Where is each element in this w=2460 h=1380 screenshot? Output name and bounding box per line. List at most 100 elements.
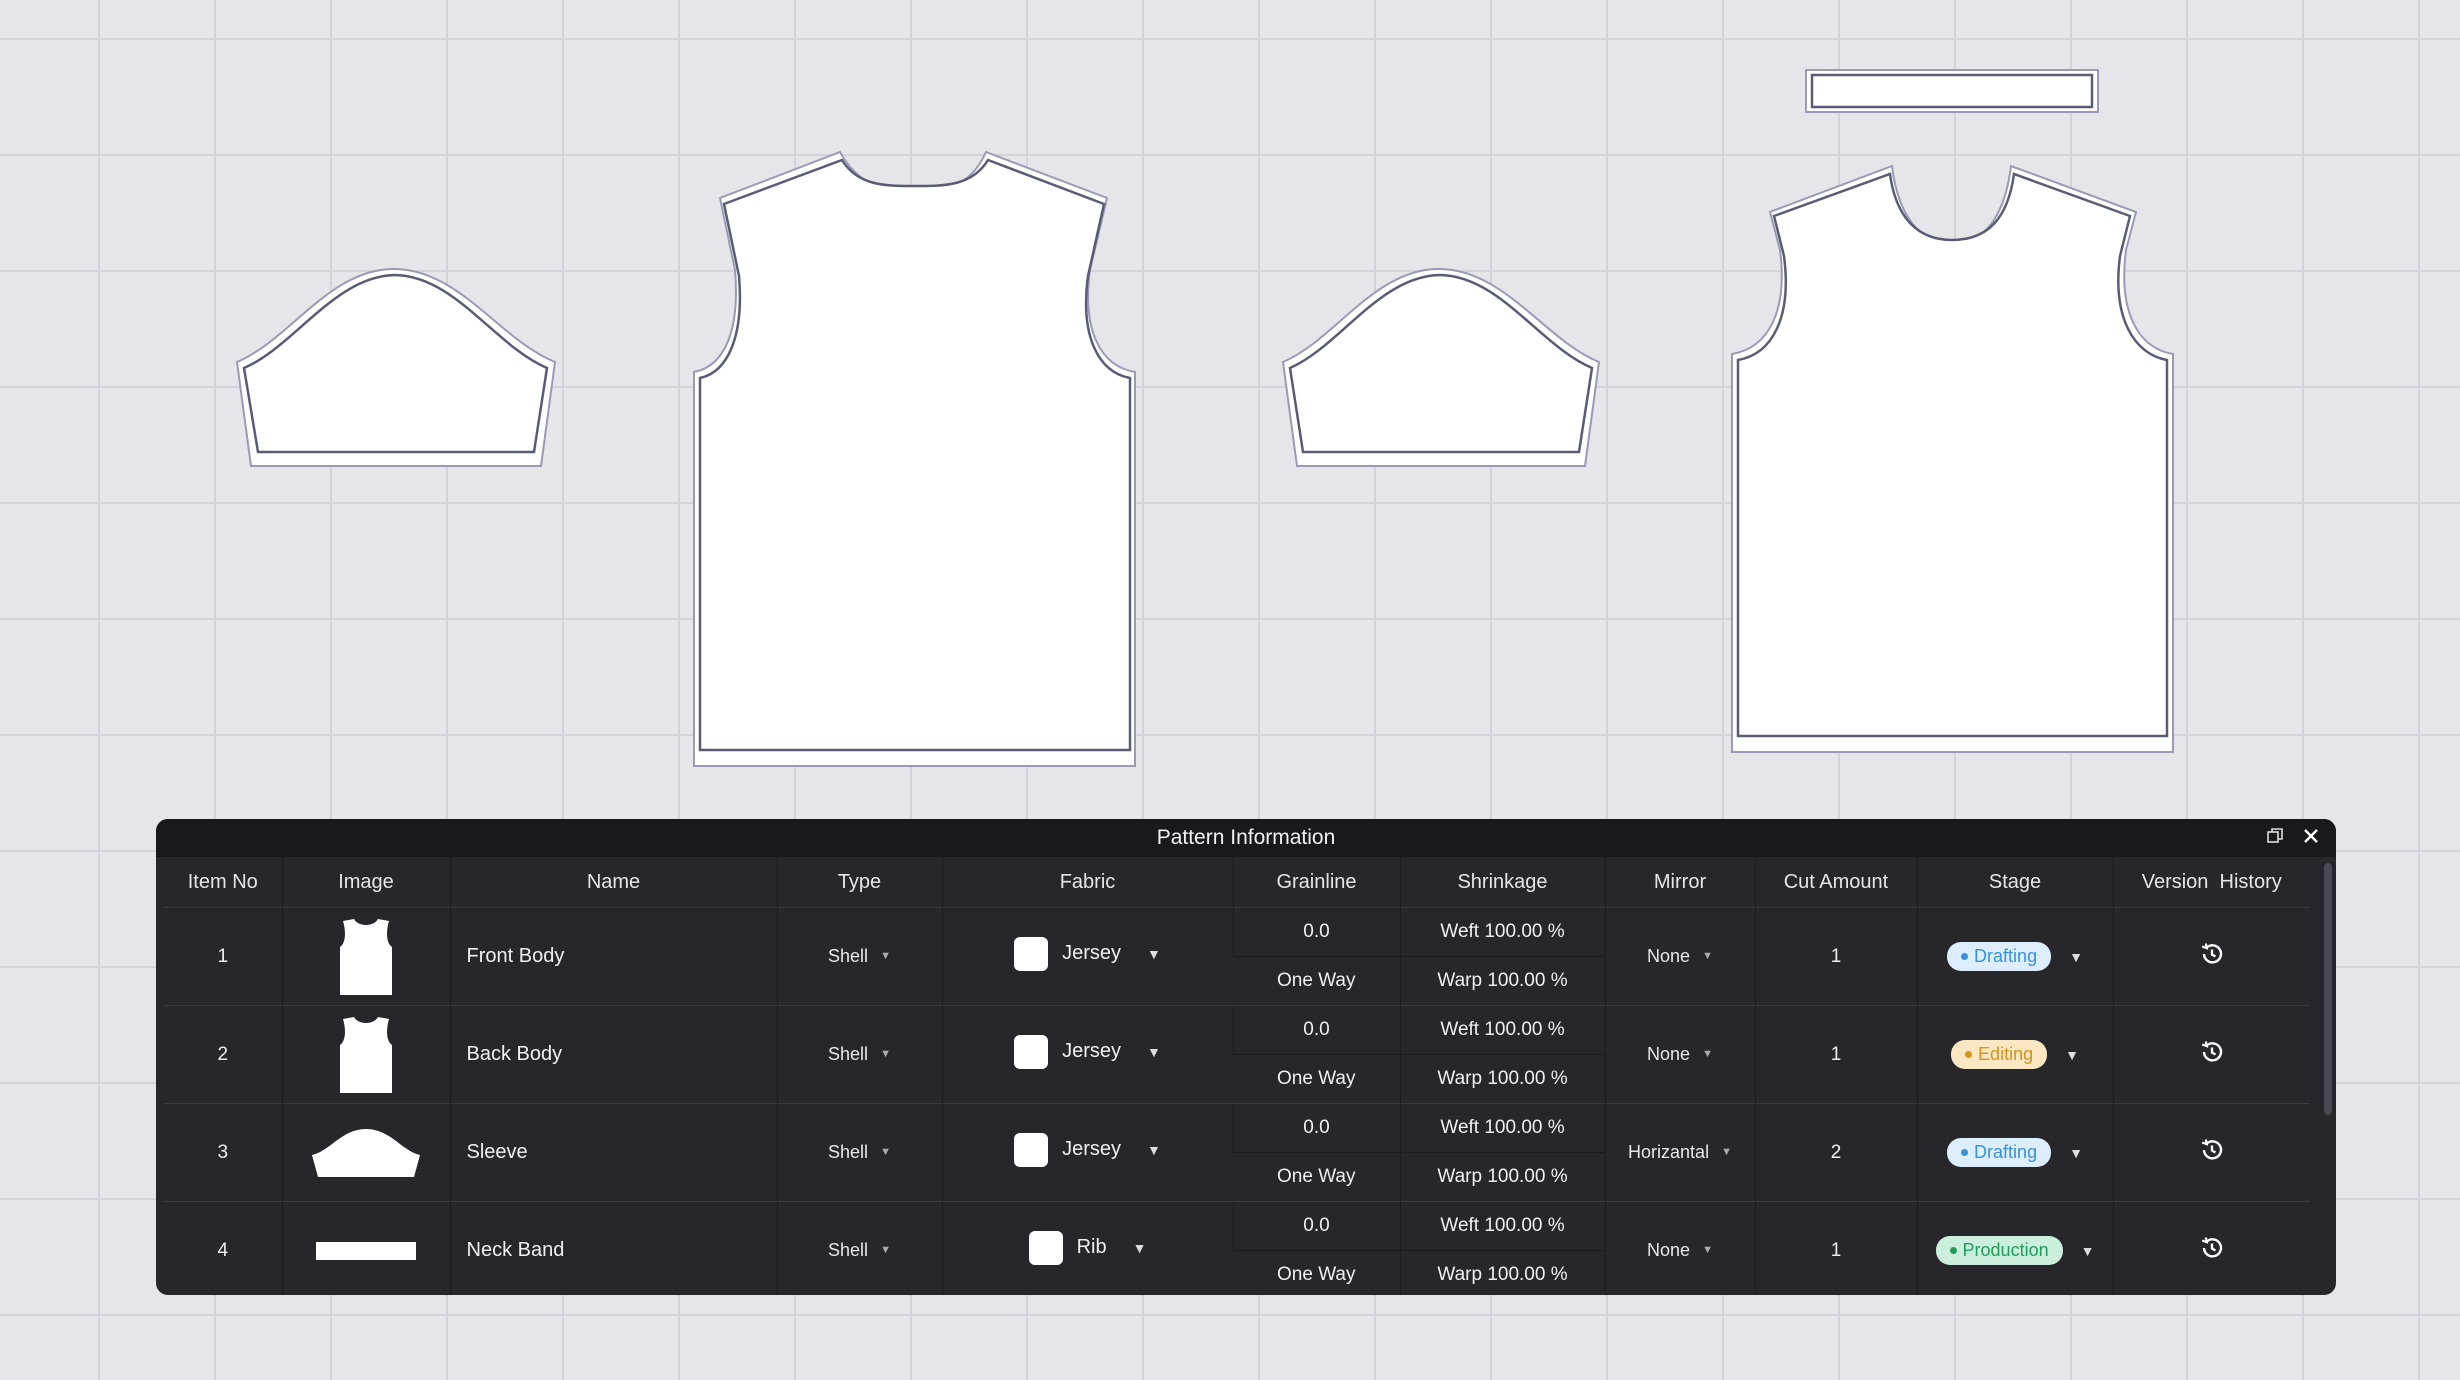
history-icon[interactable] xyxy=(2199,942,2225,972)
stage-badge[interactable]: Editing xyxy=(1951,1040,2048,1069)
fabric-dropdown[interactable]: Jersey ▼ xyxy=(941,907,1233,1006)
stage-value: Production xyxy=(1962,1240,2049,1260)
table-row[interactable]: 1 Front Body Shell ▼ Jersey ▼ 0.0 Weft 100… xyxy=(164,907,2310,1006)
table-row[interactable]: 2 Back Body Shell ▼ Jersey ▼ 0.0 Weft 100.… xyxy=(164,1005,2310,1104)
panel-titlebar[interactable]: Pattern Information xyxy=(156,819,2336,857)
mirror-value: None xyxy=(1647,1043,1691,1064)
back-body-piece[interactable] xyxy=(693,150,1136,767)
grainline-direction[interactable]: One Way xyxy=(1233,956,1400,1006)
shrinkage-warp[interactable]: Warp 100.00 % xyxy=(1399,1152,1605,1202)
col-mirror: Mirror xyxy=(1604,857,1755,908)
type-value: Shell xyxy=(828,1043,869,1064)
shrinkage-weft[interactable]: Weft 100.00 % xyxy=(1399,1201,1605,1251)
caret-down-icon: ▼ xyxy=(1132,1239,1147,1256)
caret-down-icon[interactable]: ▼ xyxy=(2069,1145,2083,1161)
stage-badge[interactable]: Drafting xyxy=(1947,1138,2052,1167)
image-cell xyxy=(281,1103,450,1202)
fabric-swatch[interactable] xyxy=(1028,1230,1063,1265)
col-type: Type xyxy=(776,857,942,908)
col-image: Image xyxy=(281,857,450,908)
type-dropdown[interactable]: Shell ▼ xyxy=(776,1103,942,1202)
shrinkage-weft[interactable]: Weft 100.00 % xyxy=(1399,1103,1605,1153)
grainline-angle[interactable]: 0.0 xyxy=(1232,1201,1400,1251)
caret-down-icon: ▼ xyxy=(880,1146,891,1158)
table-row[interactable]: 4 Neck Band Shell ▼ Rib ▼ 0.0 Weft 100.00 … xyxy=(164,1201,2310,1295)
grainline-angle[interactable]: 0.0 xyxy=(1232,907,1400,957)
mirror-dropdown[interactable]: None ▼ xyxy=(1604,1201,1755,1295)
shrinkage-warp[interactable]: Warp 100.00 % xyxy=(1399,1054,1605,1104)
col-version-history: Version History xyxy=(2112,857,2310,908)
type-dropdown[interactable]: Shell ▼ xyxy=(776,1201,942,1295)
col-name: Name xyxy=(449,857,777,908)
close-icon[interactable] xyxy=(2302,827,2320,849)
mirror-dropdown[interactable]: Horizantal ▼ xyxy=(1604,1103,1755,1202)
caret-down-icon[interactable]: ▼ xyxy=(2065,1047,2079,1063)
restore-window-icon[interactable] xyxy=(2266,827,2284,849)
cut-amount-cell[interactable]: 2 xyxy=(1754,1103,1917,1202)
cut-amount-cell[interactable]: 1 xyxy=(1754,1201,1917,1295)
fabric-swatch[interactable] xyxy=(1014,1034,1049,1069)
cut-amount-cell[interactable]: 1 xyxy=(1754,907,1917,1006)
col-item-no: Item No xyxy=(164,857,282,908)
stage-cell[interactable]: Production ▼ xyxy=(1916,1201,2113,1295)
stage-cell[interactable]: Drafting ▼ xyxy=(1916,907,2113,1006)
sleeve-piece-left[interactable] xyxy=(235,267,557,467)
stage-dot xyxy=(1961,953,1969,960)
stage-cell[interactable]: Editing ▼ xyxy=(1916,1005,2113,1104)
name-cell[interactable]: Front Body xyxy=(449,907,777,1006)
fabric-dropdown[interactable]: Jersey ▼ xyxy=(941,1103,1233,1202)
history-icon[interactable] xyxy=(2199,1138,2225,1168)
tank-top-icon xyxy=(283,917,450,997)
fabric-dropdown[interactable]: Jersey ▼ xyxy=(941,1005,1233,1104)
neck-band-piece[interactable] xyxy=(1805,69,2099,113)
stage-badge[interactable]: Production xyxy=(1935,1236,2063,1265)
front-body-piece[interactable] xyxy=(1731,164,2174,753)
fabric-dropdown[interactable]: Rib ▼ xyxy=(941,1201,1233,1295)
sleeve-piece-right[interactable] xyxy=(1281,267,1601,467)
fabric-swatch[interactable] xyxy=(1014,936,1049,971)
name-cell[interactable]: Back Body xyxy=(449,1005,777,1104)
shrinkage-warp[interactable]: Warp 100.00 % xyxy=(1399,956,1605,1006)
table-row[interactable]: 3 Sleeve Shell ▼ Jersey ▼ 0.0 Weft 100.00 … xyxy=(164,1103,2310,1202)
cut-amount-cell[interactable]: 1 xyxy=(1754,1005,1917,1104)
stage-badge[interactable]: Drafting xyxy=(1947,942,2052,971)
grainline-direction[interactable]: One Way xyxy=(1233,1152,1400,1202)
col-shrinkage: Shrinkage xyxy=(1399,857,1605,908)
mirror-dropdown[interactable]: None ▼ xyxy=(1604,907,1755,1006)
caret-down-icon: ▼ xyxy=(1147,1141,1161,1158)
caret-down-icon: ▼ xyxy=(880,1244,891,1256)
version-history-cell xyxy=(2112,1005,2310,1104)
shrinkage-weft[interactable]: Weft 100.00 % xyxy=(1399,907,1605,957)
grainline-direction[interactable]: One Way xyxy=(1233,1054,1400,1104)
grainline-angle[interactable]: 0.0 xyxy=(1232,1005,1400,1055)
sleeve-icon xyxy=(283,1127,450,1179)
table-scrollbar[interactable] xyxy=(2324,863,2332,1115)
grainline-angle[interactable]: 0.0 xyxy=(1232,1103,1400,1153)
name-cell[interactable]: Neck Band xyxy=(449,1201,777,1295)
stage-cell[interactable]: Drafting ▼ xyxy=(1916,1103,2113,1202)
name-cell[interactable]: Sleeve xyxy=(449,1103,777,1202)
stage-dot xyxy=(1949,1247,1957,1254)
item-no-cell: 1 xyxy=(164,907,282,1006)
fabric-value: Jersey xyxy=(1062,942,1122,964)
mirror-value: None xyxy=(1647,1239,1691,1260)
shrinkage-weft[interactable]: Weft 100.00 % xyxy=(1399,1005,1605,1055)
type-dropdown[interactable]: Shell ▼ xyxy=(776,907,942,1006)
caret-down-icon[interactable]: ▼ xyxy=(2081,1243,2095,1259)
grainline-direction[interactable]: One Way xyxy=(1233,1250,1400,1295)
caret-down-icon[interactable]: ▼ xyxy=(2069,949,2083,965)
shrinkage-warp[interactable]: Warp 100.00 % xyxy=(1399,1250,1605,1295)
type-dropdown[interactable]: Shell ▼ xyxy=(776,1005,942,1104)
col-fabric: Fabric xyxy=(941,857,1233,908)
table-header-row: Item No Image Name Type Fabric Grainline… xyxy=(164,857,2310,908)
fabric-swatch[interactable] xyxy=(1014,1132,1049,1167)
image-cell xyxy=(281,1201,450,1295)
history-icon[interactable] xyxy=(2199,1236,2225,1266)
history-icon[interactable] xyxy=(2199,1040,2225,1070)
stage-dot xyxy=(1961,1149,1969,1156)
item-no-cell: 3 xyxy=(164,1103,282,1202)
caret-down-icon: ▼ xyxy=(1147,945,1161,962)
type-value: Shell xyxy=(828,1239,869,1260)
tank-top-icon xyxy=(283,1015,450,1095)
mirror-dropdown[interactable]: None ▼ xyxy=(1604,1005,1755,1104)
